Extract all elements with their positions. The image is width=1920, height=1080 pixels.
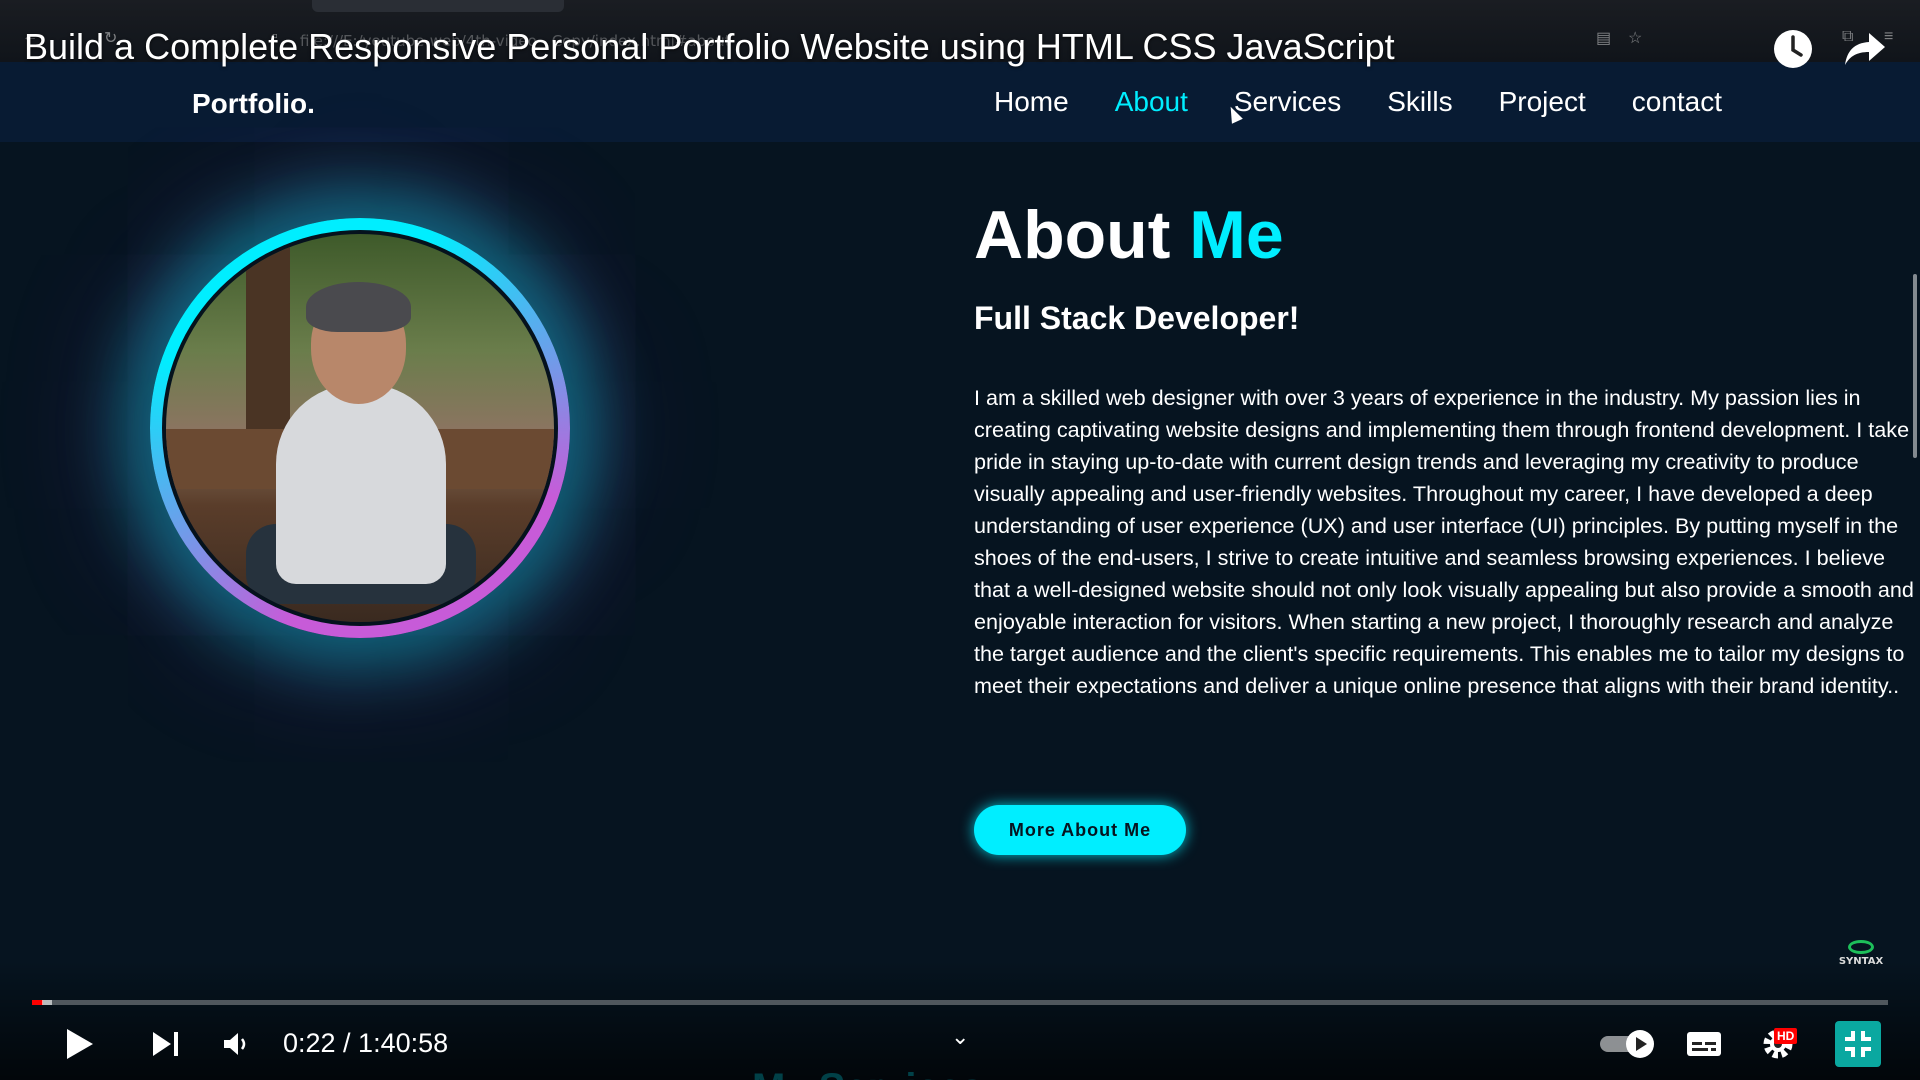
chapters-chevron-down-icon[interactable]: ⌄ bbox=[951, 1024, 969, 1050]
about-paragraph: I am a skilled web designer with over 3 … bbox=[974, 385, 1914, 698]
nav-skills[interactable]: Skills bbox=[1387, 86, 1452, 118]
exit-fullscreen-icon bbox=[1835, 1021, 1881, 1067]
more-about-me-button[interactable]: More About Me bbox=[974, 805, 1186, 855]
progress-buffered bbox=[42, 1000, 52, 1005]
syntax-logo-icon bbox=[1848, 940, 1874, 954]
page-scrollbar[interactable] bbox=[1913, 274, 1917, 458]
profile-ring bbox=[150, 218, 570, 638]
nav-services[interactable]: Services bbox=[1234, 86, 1341, 118]
play-button[interactable] bbox=[60, 1020, 100, 1068]
next-button[interactable] bbox=[148, 1020, 184, 1068]
fullscreen-exit-button[interactable] bbox=[1834, 1020, 1882, 1068]
hd-badge: HD bbox=[1774, 1028, 1798, 1044]
clock-icon bbox=[1774, 30, 1812, 68]
subtitles-icon bbox=[1687, 1032, 1721, 1056]
nav-home[interactable]: Home bbox=[994, 86, 1069, 118]
skip-next-icon bbox=[153, 1032, 178, 1056]
nav-contact[interactable]: contact bbox=[1632, 86, 1722, 118]
nav-project[interactable]: Project bbox=[1499, 86, 1586, 118]
share-button[interactable] bbox=[1842, 26, 1888, 72]
about-heading: About Me bbox=[974, 197, 1284, 273]
watch-later-button[interactable] bbox=[1770, 26, 1816, 72]
play-icon bbox=[67, 1029, 93, 1059]
next-section-ghost-heading: My Services bbox=[752, 1066, 983, 1080]
site-logo[interactable]: Portfolio. bbox=[192, 88, 315, 120]
nav-about[interactable]: About bbox=[1115, 86, 1188, 118]
about-subtitle: Full Stack Developer! bbox=[974, 300, 1300, 336]
bookmark-star-icon[interactable]: ☆ bbox=[1628, 28, 1646, 47]
progress-bar[interactable] bbox=[32, 1000, 1888, 1005]
video-title[interactable]: Build a Complete Responsive Personal Por… bbox=[24, 26, 1395, 68]
reader-icon[interactable]: ▤ bbox=[1596, 28, 1614, 47]
about-heading-highlight: Me bbox=[1189, 197, 1284, 273]
volume-button[interactable] bbox=[218, 1020, 254, 1068]
autoplay-toggle-icon bbox=[1600, 1030, 1654, 1058]
autoplay-toggle[interactable] bbox=[1598, 1020, 1656, 1068]
time-display: 0:22 / 1:40:58 bbox=[283, 1028, 449, 1058]
share-arrow-icon bbox=[1845, 33, 1885, 65]
subtitles-button[interactable] bbox=[1684, 1020, 1724, 1068]
browser-tab[interactable] bbox=[312, 0, 564, 12]
site-nav: Home About Services Skills Project conta… bbox=[994, 86, 1768, 118]
volume-icon bbox=[224, 1033, 246, 1055]
profile-photo bbox=[166, 234, 554, 622]
